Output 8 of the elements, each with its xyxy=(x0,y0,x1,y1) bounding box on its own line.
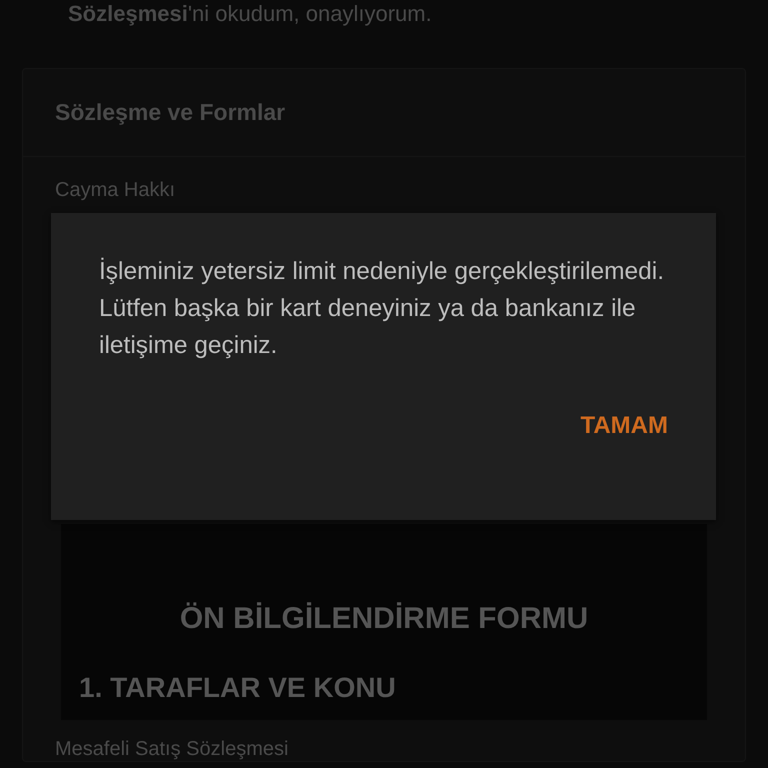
document-heading: 1. TARAFLAR VE KONU xyxy=(79,672,397,704)
ok-button[interactable]: TAMAM xyxy=(572,404,676,448)
section-title: Sözleşme ve Formlar xyxy=(23,69,745,157)
document-title: ÖN BİLGİLENDİRME FORMU xyxy=(178,602,590,636)
accordion-title[interactable]: Cayma Hakkı xyxy=(55,179,176,202)
accordion-title[interactable]: Mesafeli Satış Sözleşmesi xyxy=(55,738,288,761)
consent-text: Sözleşmesi'ni okudum, onaylıyorum. xyxy=(67,0,433,28)
dialog-message: İşleminiz yetersiz limit nedeniyle gerçekleştirilemedi. Lütfen başka bir kart deneyiniz ya da bankanız ile iletişime geçiniz. xyxy=(99,256,666,361)
